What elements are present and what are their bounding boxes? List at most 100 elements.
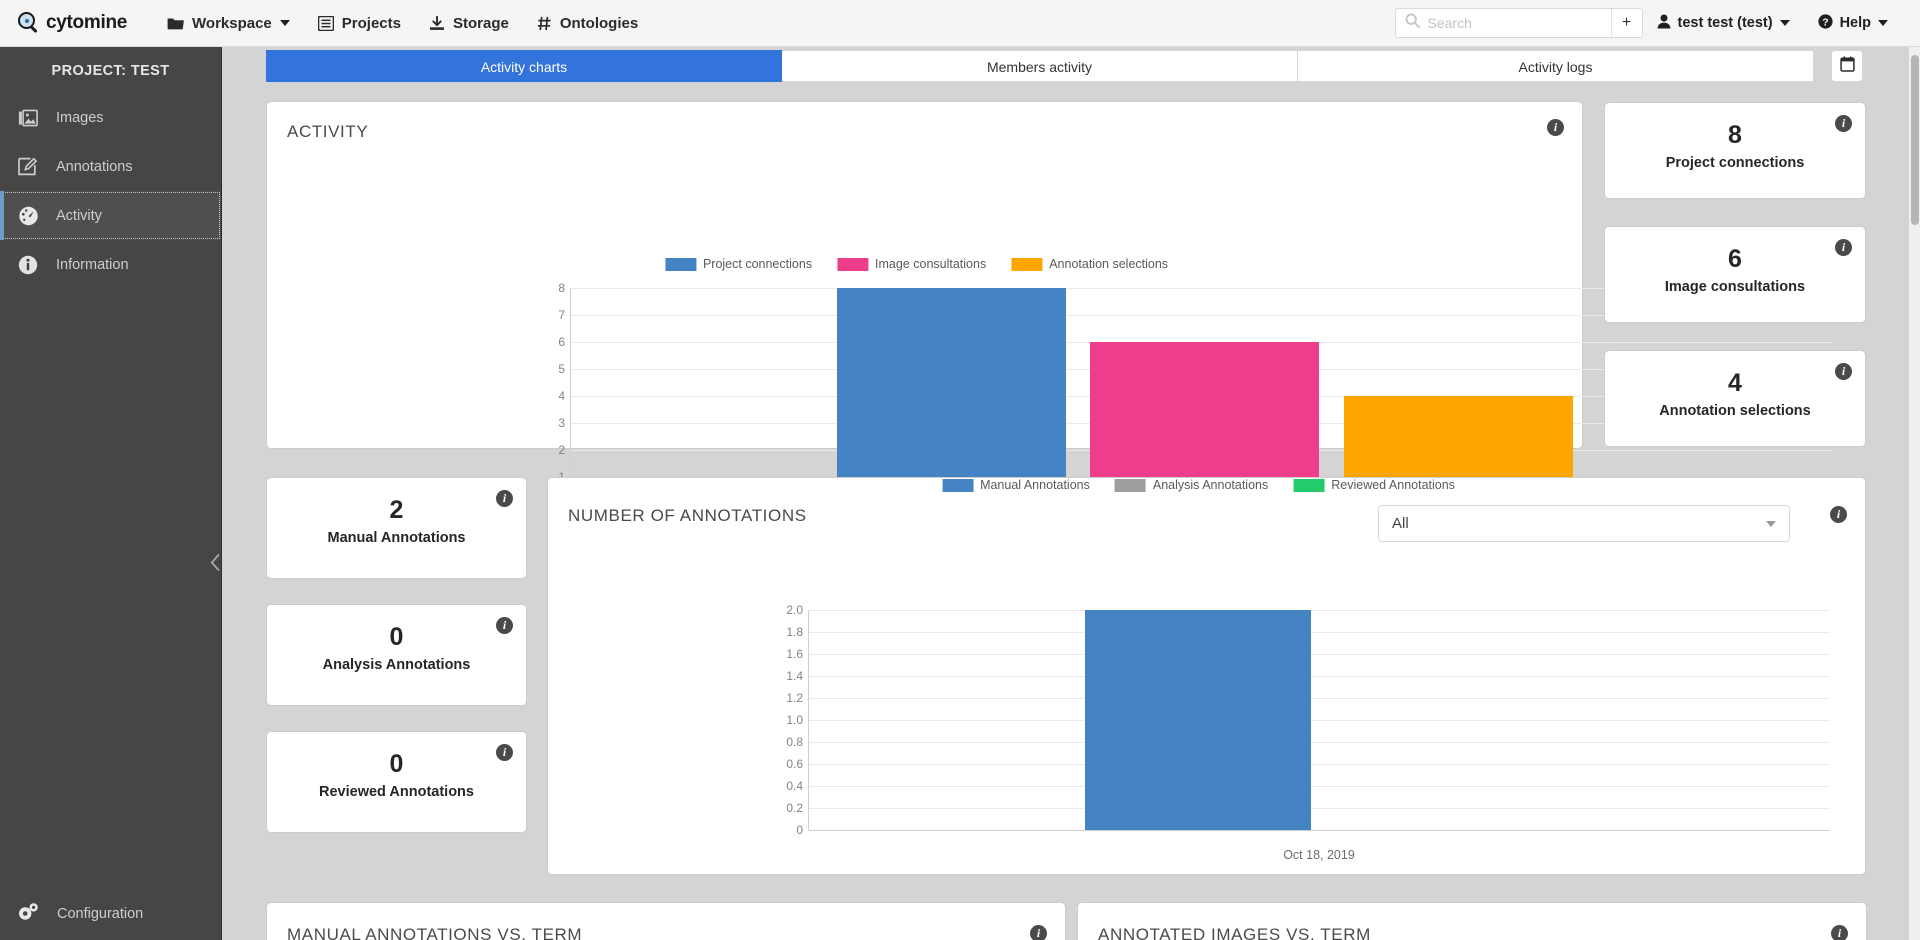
sidebar-item-configuration[interactable]: Configuration <box>0 888 221 940</box>
manual-vs-term-info-icon[interactable]: i <box>1030 925 1047 940</box>
annotations-ytick-0-2: 0.2 <box>786 801 803 815</box>
legend-swatch-image-consultations <box>837 258 868 271</box>
stat-value-project-connections: 8 <box>1728 121 1742 150</box>
sidebar-item-information[interactable]: Information <box>0 240 221 289</box>
bar-project-connections[interactable] <box>837 288 1066 504</box>
sidebar-label-activity: Activity <box>56 208 102 224</box>
stat-label-analysis-annotations: Analysis Annotations <box>323 657 471 673</box>
main-scrollbar-thumb[interactable] <box>1911 55 1919 225</box>
sidebar-label-images: Images <box>56 110 104 126</box>
annotations-ytick-1-6: 1.6 <box>786 647 803 661</box>
gears-icon <box>17 902 40 926</box>
search-input[interactable] <box>1428 15 1602 31</box>
sidebar-label-annotations: Annotations <box>56 159 133 175</box>
legend-item-analysis-annotations[interactable]: Analysis Annotations <box>1115 478 1268 492</box>
legend-label-reviewed-annotations: Reviewed Annotations <box>1331 478 1455 492</box>
user-menu[interactable]: test test (test) <box>1643 0 1804 47</box>
activity-info-icon[interactable]: i <box>1547 119 1564 136</box>
activity-card-title: ACTIVITY <box>287 122 368 142</box>
nav-item-ontologies[interactable]: Ontologies <box>523 0 652 47</box>
search-field[interactable] <box>1396 9 1611 37</box>
info-circle-icon <box>17 255 39 275</box>
navbar-right-group: + test test (test) ? Help <box>1395 0 1920 47</box>
legend-label-manual-annotations: Manual Annotations <box>980 478 1090 492</box>
legend-swatch-analysis-annotations <box>1115 479 1146 492</box>
annotations-ytick-0: 0 <box>796 823 803 837</box>
stat-info-project-connections[interactable]: i <box>1835 115 1852 132</box>
nav-label-ontologies: Ontologies <box>560 15 638 32</box>
images-icon <box>17 109 39 127</box>
help-label: Help <box>1840 15 1871 31</box>
sidebar-item-annotations[interactable]: Annotations <box>0 142 221 191</box>
sidebar-label-information: Information <box>56 257 129 273</box>
annotations-info-icon[interactable]: i <box>1830 506 1847 523</box>
stat-label-reviewed-annotations: Reviewed Annotations <box>319 784 474 800</box>
calendar-icon <box>1840 56 1855 77</box>
stat-label-image-consultations: Image consultations <box>1665 279 1805 295</box>
annotations-ytick-1-8: 1.8 <box>786 625 803 639</box>
activity-ytick-4: 4 <box>558 389 565 403</box>
question-circle-icon: ? <box>1818 14 1833 33</box>
legend-item-manual-annotations[interactable]: Manual Annotations <box>942 478 1090 492</box>
annotations-xaxis-label: Oct 18, 2019 <box>808 848 1830 862</box>
legend-swatch-reviewed-annotations <box>1293 479 1324 492</box>
activity-ytick-8: 8 <box>558 281 565 295</box>
sidebar-item-images[interactable]: Images <box>0 93 221 142</box>
annotations-card-title: NUMBER OF ANNOTATIONS <box>568 506 807 526</box>
tab-activity-logs[interactable]: Activity logs <box>1298 50 1814 82</box>
help-menu[interactable]: ? Help <box>1804 0 1902 47</box>
nav-item-workspace[interactable]: Workspace <box>153 0 304 47</box>
images-vs-term-info-icon[interactable]: i <box>1831 925 1848 940</box>
stat-info-reviewed-annotations[interactable]: i <box>496 744 513 761</box>
bar-manual-annotations[interactable] <box>1085 610 1311 830</box>
user-name-label: test test (test) <box>1678 15 1773 31</box>
annotations-ytick-2-0: 2.0 <box>786 603 803 617</box>
brand-logo-link[interactable]: cytomine <box>18 12 127 34</box>
pencil-square-icon <box>17 157 39 176</box>
sidebar-item-activity[interactable]: Activity <box>0 191 221 240</box>
stat-info-annotation-selections[interactable]: i <box>1835 363 1852 380</box>
term-select[interactable]: All <box>1378 505 1790 542</box>
nav-item-storage[interactable]: Storage <box>415 0 523 47</box>
activity-ytick-7: 7 <box>558 308 565 322</box>
stat-info-analysis-annotations[interactable]: i <box>496 617 513 634</box>
legend-swatch-annotation-selections <box>1011 258 1042 271</box>
stat-card-reviewed-annotations: 0 Reviewed Annotations i <box>266 731 527 833</box>
activity-chart-legend: Project connections Image consultations … <box>665 257 1184 271</box>
legend-item-reviewed-annotations[interactable]: Reviewed Annotations <box>1293 478 1455 492</box>
main-content: Activity charts Members activity Activit… <box>222 47 1920 940</box>
tab-members-activity[interactable]: Members activity <box>782 50 1298 82</box>
annotations-chart-legend: Manual Annotations Analysis Annotations … <box>942 478 1471 492</box>
stat-label-manual-annotations: Manual Annotations <box>327 530 465 546</box>
speedometer-icon <box>17 206 39 226</box>
user-icon <box>1657 14 1671 33</box>
legend-item-image-consultations[interactable]: Image consultations <box>837 257 986 271</box>
stat-card-annotation-selections: 4 Annotation selections i <box>1604 350 1866 447</box>
date-range-button[interactable] <box>1831 50 1863 82</box>
tab-activity-charts[interactable]: Activity charts <box>266 50 782 82</box>
stat-card-image-consultations: 6 Image consultations i <box>1604 226 1866 323</box>
search-container: + <box>1395 8 1643 38</box>
stat-value-reviewed-annotations: 0 <box>390 750 404 779</box>
stat-label-project-connections: Project connections <box>1666 155 1805 171</box>
chevron-down-icon <box>1766 521 1776 527</box>
top-navbar: cytomine Workspace Projects Storage Onto… <box>0 0 1920 47</box>
legend-item-project-connections[interactable]: Project connections <box>665 257 812 271</box>
stat-card-manual-annotations: 2 Manual Annotations i <box>266 477 527 579</box>
legend-label-image-consultations: Image consultations <box>875 257 986 271</box>
nav-label-projects: Projects <box>342 15 401 32</box>
term-select-value: All <box>1392 515 1409 532</box>
search-add-button[interactable]: + <box>1611 9 1642 37</box>
main-scrollbar-track[interactable] <box>1909 47 1920 940</box>
stat-info-image-consultations[interactable]: i <box>1835 239 1852 256</box>
stat-info-manual-annotations[interactable]: i <box>496 490 513 507</box>
legend-item-annotation-selections[interactable]: Annotation selections <box>1011 257 1168 271</box>
legend-label-project-connections: Project connections <box>703 257 812 271</box>
sidebar-collapse-handle[interactable] <box>205 545 225 585</box>
annotations-ytick-0-6: 0.6 <box>786 757 803 771</box>
stat-value-image-consultations: 6 <box>1728 245 1742 274</box>
number-of-annotations-card: NUMBER OF ANNOTATIONS TERM All i Manual … <box>547 477 1866 875</box>
nav-item-projects[interactable]: Projects <box>304 0 415 47</box>
folder-icon <box>167 16 184 31</box>
hash-icon <box>537 16 552 31</box>
